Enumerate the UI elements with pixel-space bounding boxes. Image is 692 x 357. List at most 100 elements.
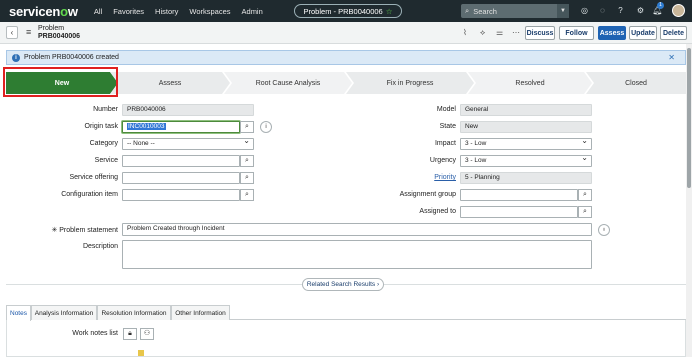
origin-task-lookup-button[interactable]: ⌕ bbox=[240, 121, 254, 133]
stage-assess[interactable]: Assess bbox=[110, 72, 230, 94]
page-scrollbar[interactable] bbox=[686, 44, 692, 357]
work-notes-add-me-button[interactable]: ⚇ bbox=[140, 328, 154, 340]
context-menu-icon[interactable]: ≡ bbox=[26, 27, 31, 37]
search-icon: ⌕ bbox=[583, 191, 587, 198]
attachment-icon[interactable]: ⌇ bbox=[463, 28, 467, 37]
assigned-to-field[interactable] bbox=[460, 206, 578, 218]
description-label: Description bbox=[82, 243, 118, 250]
problem-statement-field[interactable]: Problem Created through Incident bbox=[122, 223, 592, 236]
notes-panel bbox=[6, 320, 686, 357]
follow-button[interactable]: Follow bbox=[559, 26, 594, 40]
stage-root-cause-analysis[interactable]: Root Cause Analysis bbox=[224, 72, 352, 94]
star-icon[interactable]: ☆ bbox=[386, 7, 393, 16]
origin-task-label: Origin task bbox=[84, 123, 118, 130]
global-search-input[interactable]: ⌕ Search ▼ bbox=[461, 4, 569, 18]
nav-favorites[interactable]: Favorites bbox=[113, 7, 144, 16]
assess-button[interactable]: Assess bbox=[598, 26, 626, 40]
record-type: Problem bbox=[38, 25, 65, 32]
tab-analysis-information[interactable]: Analysis Information bbox=[31, 305, 97, 320]
top-navigation-bar: servicenow All Favorites History Workspa… bbox=[0, 0, 692, 22]
chevron-right-icon: › bbox=[376, 281, 380, 288]
search-icon: ⌕ bbox=[583, 208, 587, 215]
assigned-to-lookup-button[interactable]: ⌕ bbox=[578, 206, 592, 218]
settings-sliders-icon[interactable]: ⚌ bbox=[496, 28, 503, 37]
info-icon: i bbox=[265, 124, 267, 130]
tab-resolution-information[interactable]: Resolution Information bbox=[97, 305, 171, 320]
stage-assess-label: Assess bbox=[158, 79, 182, 87]
current-record-pill[interactable]: Problem - PRB0040006 ☆ bbox=[294, 4, 402, 18]
problem-statement-label: ✳ Problem statement bbox=[51, 227, 118, 234]
service-offering-label: Service offering bbox=[69, 174, 118, 181]
category-label: Category bbox=[89, 140, 118, 147]
activity-icon[interactable]: ⟡ bbox=[480, 28, 485, 38]
impact-label: Impact bbox=[434, 140, 456, 147]
configuration-item-lookup-button[interactable]: ⌕ bbox=[240, 189, 254, 201]
record-title: Problem PRB0040006 bbox=[38, 25, 80, 41]
nav-history[interactable]: History bbox=[155, 7, 178, 16]
stage-resolved[interactable]: Resolved bbox=[468, 72, 592, 94]
help-icon[interactable]: ? bbox=[615, 5, 626, 16]
origin-task-value: INC0010003 bbox=[127, 123, 166, 130]
assignment-group-lookup-button[interactable]: ⌕ bbox=[578, 189, 592, 201]
work-notes-list-label: Work notes list bbox=[72, 330, 118, 337]
stage-rca-label: Root Cause Analysis bbox=[255, 79, 321, 87]
settings-icon[interactable]: ⚙ bbox=[635, 5, 646, 16]
stage-closed-label: Closed bbox=[625, 79, 647, 87]
discuss-button[interactable]: Discuss bbox=[525, 26, 555, 40]
urgency-select[interactable]: 3 - Low bbox=[460, 153, 592, 167]
origin-task-field[interactable]: INC0010003 bbox=[122, 121, 240, 133]
servicenow-logo[interactable]: servicenow bbox=[9, 4, 78, 19]
urgency-label: Urgency bbox=[429, 157, 456, 164]
stage-closed[interactable]: Closed bbox=[586, 72, 686, 94]
tab-notes[interactable]: Notes bbox=[6, 305, 31, 321]
users-icon: ⚇ bbox=[143, 330, 151, 337]
highlight-annotation bbox=[3, 67, 118, 97]
form-tabs: Notes Analysis Information Resolution In… bbox=[6, 305, 686, 321]
info-icon: i bbox=[12, 53, 20, 62]
configuration-item-label: Configuration item bbox=[61, 191, 118, 198]
tab-other-information[interactable]: Other Information bbox=[171, 305, 230, 320]
scrollbar-thumb[interactable] bbox=[687, 48, 691, 188]
globe-icon[interactable]: ◎ bbox=[579, 5, 590, 16]
update-button[interactable]: Update bbox=[629, 26, 657, 40]
back-button[interactable]: ‹ bbox=[6, 26, 18, 39]
assignment-group-field[interactable] bbox=[460, 189, 578, 201]
priority-link[interactable]: Priority bbox=[370, 174, 456, 181]
suggestion-button[interactable]: ♁ bbox=[598, 224, 610, 236]
service-offering-lookup-button[interactable]: ⌕ bbox=[240, 172, 254, 184]
search-icon: ⌕ bbox=[245, 191, 249, 198]
impact-select[interactable]: 3 - Low bbox=[460, 136, 592, 150]
configuration-item-field[interactable] bbox=[122, 189, 240, 201]
service-label: Service bbox=[94, 157, 118, 164]
user-avatar[interactable] bbox=[672, 4, 685, 17]
number-label: Number bbox=[93, 106, 118, 113]
related-search-results-button[interactable]: Related Search Results › bbox=[302, 278, 384, 291]
stage-resolved-label: Resolved bbox=[515, 79, 545, 87]
nav-admin[interactable]: Admin bbox=[242, 7, 263, 16]
nav-workspaces[interactable]: Workspaces bbox=[189, 7, 230, 16]
stage-fix-label: Fix in Progress bbox=[386, 79, 434, 87]
record-number: PRB0040006 bbox=[38, 33, 81, 40]
more-options-icon[interactable]: ⋯ bbox=[512, 28, 520, 37]
number-field: PRB0040006 bbox=[122, 104, 254, 116]
record-header: ‹ ≡ Problem PRB0040006 ⌇ ⟡ ⚌ ⋯ Discuss F… bbox=[0, 22, 692, 44]
search-scope-dropdown[interactable]: ▼ bbox=[557, 4, 569, 18]
search-icon: ⌕ bbox=[465, 6, 470, 15]
search-placeholder: Search bbox=[473, 6, 497, 16]
state-field: New bbox=[460, 121, 592, 133]
description-textarea[interactable] bbox=[122, 240, 592, 269]
delete-button[interactable]: Delete bbox=[660, 26, 687, 40]
service-offering-field[interactable] bbox=[122, 172, 240, 184]
chat-icon[interactable]: ◌ bbox=[597, 5, 608, 16]
assigned-to-label: Assigned to bbox=[419, 208, 456, 215]
service-lookup-button[interactable]: ⌕ bbox=[240, 155, 254, 167]
service-field[interactable] bbox=[122, 155, 240, 167]
close-icon[interactable]: ✕ bbox=[668, 53, 675, 62]
current-record-label: Problem - PRB0040006 bbox=[303, 6, 383, 16]
nav-all[interactable]: All bbox=[94, 7, 102, 16]
work-notes-lock-button[interactable]: 🔒︎ bbox=[123, 328, 137, 340]
stage-fix-in-progress[interactable]: Fix in Progress bbox=[346, 72, 474, 94]
chevron-left-icon: ‹ bbox=[10, 28, 14, 37]
category-select[interactable]: -- None -- bbox=[122, 136, 254, 150]
origin-task-info-button[interactable]: i bbox=[260, 121, 272, 133]
